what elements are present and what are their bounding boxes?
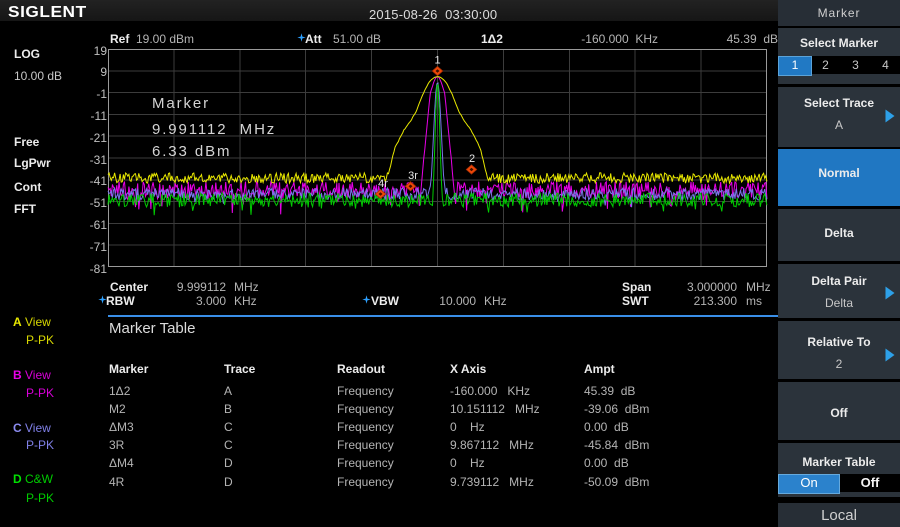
- svg-text:1: 1: [434, 55, 440, 67]
- svg-text:2: 2: [469, 153, 475, 165]
- svg-text:3r: 3r: [408, 170, 418, 182]
- svg-text:4r: 4r: [378, 178, 388, 190]
